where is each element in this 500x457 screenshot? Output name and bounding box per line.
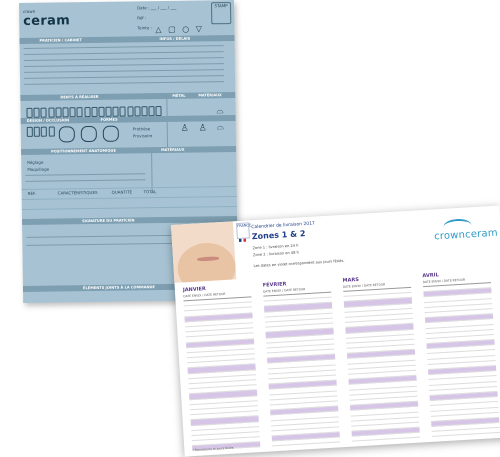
form-line: [23, 63, 224, 67]
crownceram-logo: crown ceram: [23, 8, 71, 29]
checkbox-label: Maquillage: [27, 166, 50, 172]
crown-shape-icon: [80, 125, 97, 143]
table-row: [21, 205, 237, 210]
shape-options: △ ▢ ○ ▽: [155, 24, 204, 35]
zones-heading: Zones 1 & 2: [251, 229, 306, 242]
form-line: [25, 173, 146, 176]
tooth-icon: ⌓: [216, 106, 224, 117]
form-line: [26, 242, 177, 246]
tooth-icon: ♙: [198, 123, 207, 134]
column-divider: [166, 98, 169, 151]
month-table: DATE ENVOI / DATE RETOUR: [422, 276, 500, 443]
section-header-dents: DENTS À RÉALISER MÉTAL MATÉRIAUX: [20, 91, 236, 101]
checkbox-label: Réglage: [27, 159, 44, 165]
month-table: DATE ENVOI / DATE RETOUR: [342, 280, 421, 457]
tooth-icon: ♙: [180, 123, 189, 134]
form-line: [23, 45, 224, 49]
teinte-field: Teinte :: [137, 25, 152, 31]
month-title: AVRIL: [422, 272, 439, 280]
crown-shape-icon: [58, 126, 75, 143]
form-line: [23, 57, 224, 61]
france-badge: FRANCE: [236, 222, 251, 240]
form-line: [24, 81, 225, 85]
form-line: [23, 69, 224, 73]
crown-shape-icon: [102, 125, 119, 142]
form-line: [23, 51, 224, 55]
checkbox-label: Prothèse: [132, 126, 151, 132]
table-header: QUANTITÉ: [111, 189, 133, 195]
zone-note: Zone 1 : livraison en 24 h: [252, 243, 299, 251]
brand-logo: crownceram: [433, 227, 499, 243]
date-field: Date : ___ / ___ / ___: [137, 4, 177, 11]
smile-photo: [171, 221, 237, 283]
section-header-positionnement: POSITIONNEMENT ANATOMIQUE MATÉRIAUX: [21, 145, 237, 155]
section-header-praticien: PRATICIEN / CABINET INFOS / DÉLAIS: [19, 34, 235, 44]
holiday-note: Les dates en violet correspondent aux jo…: [253, 258, 345, 269]
month-table: DATE ENVOI / DATE RETOUR: [183, 290, 261, 457]
ref-field: Réf :: [137, 15, 147, 21]
zone-note: Zone 2 : livraison en 48 h: [252, 250, 299, 258]
french-flag-icon: [238, 238, 247, 242]
tooth-icon: ⌓: [216, 122, 224, 133]
month-title: MARS: [342, 276, 360, 284]
form-line: [24, 75, 225, 79]
delivery-calendar-document: FRANCE Calendrier de livraison 2017 Zone…: [171, 205, 500, 457]
table-row: [21, 195, 237, 200]
stamp-badge: STAMP: [211, 2, 232, 25]
table-header: RÉF.: [27, 190, 36, 196]
teeth-chart: [26, 101, 164, 137]
table-header: TOTAL: [143, 189, 157, 195]
checkbox-label: Provisoire: [132, 133, 153, 139]
form-line: [25, 179, 146, 182]
table-header: CARACTÉRISTIQUES: [57, 189, 98, 196]
form-line: [26, 234, 177, 238]
month-table: DATE ENVOI / DATE RETOUR: [262, 285, 341, 452]
calendar-title: Calendrier de livraison 2017: [251, 221, 316, 231]
